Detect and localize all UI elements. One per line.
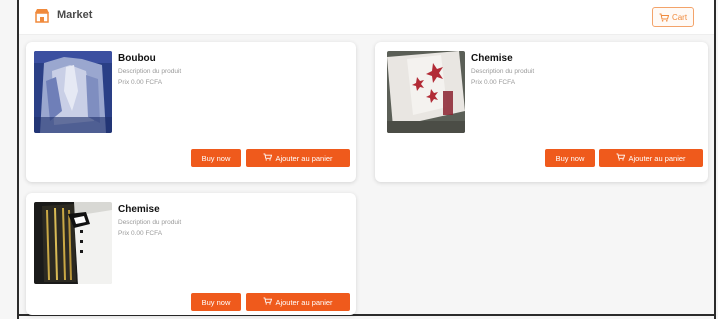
add-to-cart-label: Ajouter au panier xyxy=(628,153,686,163)
product-price: Prix 0.00 FCFA xyxy=(118,230,163,237)
product-description: Description du produit xyxy=(118,68,182,75)
product-image[interactable] xyxy=(34,202,112,284)
product-description: Description du produit xyxy=(471,68,535,75)
product-description: Description du produit xyxy=(118,219,182,226)
buy-now-label: Buy now xyxy=(201,297,231,307)
buy-now-label: Buy now xyxy=(201,153,231,163)
add-to-cart-label: Ajouter au panier xyxy=(275,153,333,163)
add-to-cart-button[interactable]: Ajouter au panier xyxy=(246,149,350,167)
cart-icon xyxy=(263,153,273,163)
cart-icon xyxy=(659,13,669,22)
brand-name[interactable]: Market xyxy=(57,9,92,21)
buy-now-label: Buy now xyxy=(555,153,585,163)
product-image[interactable] xyxy=(34,51,112,133)
cart-icon xyxy=(616,153,626,163)
right-border xyxy=(714,0,716,319)
cart-icon xyxy=(263,297,273,307)
product-image[interactable] xyxy=(387,51,465,133)
add-to-cart-button[interactable]: Ajouter au panier xyxy=(246,293,350,311)
cart-label: Cart xyxy=(671,12,688,22)
product-card: Chemise Description du produit Prix 0.00… xyxy=(26,193,356,315)
product-card: Boubou Description du produit Prix 0.00 … xyxy=(26,42,356,182)
buy-now-button[interactable]: Buy now xyxy=(191,149,241,167)
product-card: Chemise Description du produit Prix 0.00… xyxy=(375,42,708,182)
product-price: Prix 0.00 FCFA xyxy=(118,79,163,86)
cart-button[interactable]: Cart xyxy=(652,7,694,27)
product-name: Chemise xyxy=(471,53,513,64)
top-navbar: Market Cart xyxy=(19,0,714,35)
product-price: Prix 0.00 FCFA xyxy=(471,79,516,86)
shop-logo-icon[interactable] xyxy=(33,7,51,25)
add-to-cart-button[interactable]: Ajouter au panier xyxy=(599,149,703,167)
buy-now-button[interactable]: Buy now xyxy=(545,149,595,167)
left-border xyxy=(17,0,19,319)
product-name: Boubou xyxy=(118,53,156,64)
add-to-cart-label: Ajouter au panier xyxy=(275,297,333,307)
product-name: Chemise xyxy=(118,204,160,215)
buy-now-button[interactable]: Buy now xyxy=(191,293,241,311)
